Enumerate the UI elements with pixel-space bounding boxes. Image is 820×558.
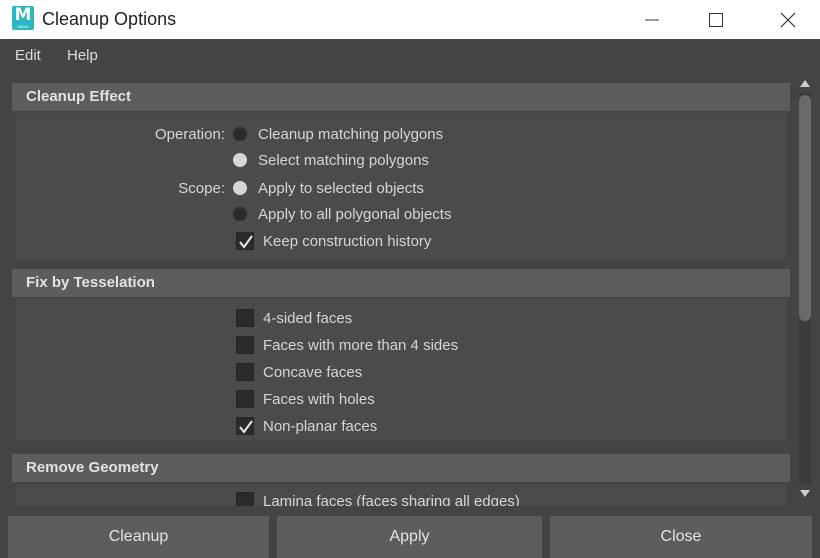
checkmark-icon (239, 420, 253, 434)
scroll-thumb[interactable] (799, 95, 811, 321)
checkbox-label-concave-faces[interactable]: Concave faces (263, 364, 362, 382)
minimize-icon (645, 19, 659, 20)
checkbox-lamina-faces[interactable] (236, 492, 254, 506)
radio-label-apply-selected[interactable]: Apply to selected objects (258, 180, 424, 198)
radio-apply-selected[interactable] (233, 181, 247, 195)
menu-edit[interactable]: Edit (15, 47, 41, 65)
options-scroll-area: Cleanup Effect Operation: Cleanup matchi… (0, 73, 820, 506)
checkbox-label-keep-history[interactable]: Keep construction history (263, 233, 431, 251)
minimize-button[interactable] (620, 0, 684, 39)
checkbox-keep-history[interactable] (236, 232, 254, 250)
section-header-cleanup-effect[interactable]: Cleanup Effect (12, 83, 790, 111)
maximize-icon (709, 12, 723, 27)
scope-label: Scope: (178, 180, 225, 197)
close-button[interactable]: Close (550, 516, 812, 558)
menu-bar: Edit Help (0, 39, 820, 73)
radio-apply-all[interactable] (233, 207, 247, 221)
section-header-fix-by-tesselation[interactable]: Fix by Tesselation (12, 269, 790, 297)
scroll-track[interactable] (799, 93, 811, 485)
scroll-up-arrow-icon[interactable] (797, 78, 813, 88)
checkbox-non-planar-faces[interactable] (236, 417, 254, 435)
checkbox-label-non-planar-faces[interactable]: Non-planar faces (263, 418, 377, 436)
close-icon (780, 12, 796, 27)
checkbox-label-lamina-faces[interactable]: Lamina faces (faces sharing all edges) (263, 493, 520, 506)
vertical-scrollbar[interactable] (797, 75, 813, 505)
title-bar: M MAYA Cleanup Options (0, 0, 820, 39)
checkbox-label-4-sided-faces[interactable]: 4-sided faces (263, 310, 352, 328)
radio-label-cleanup-matching[interactable]: Cleanup matching polygons (258, 126, 443, 144)
cleanup-button[interactable]: Cleanup (8, 516, 269, 558)
operation-label: Operation: (154, 126, 225, 143)
maximize-button[interactable] (684, 0, 748, 39)
checkbox-concave-faces[interactable] (236, 363, 254, 381)
radio-label-select-matching[interactable]: Select matching polygons (258, 152, 429, 170)
apply-button[interactable]: Apply (277, 516, 542, 558)
checkmark-icon (239, 235, 253, 249)
radio-select-matching[interactable] (233, 153, 247, 167)
section-body-cleanup-effect: Operation: Cleanup matching polygons Sel… (16, 113, 786, 259)
checkbox-label-faces-with-holes[interactable]: Faces with holes (263, 391, 375, 409)
maya-logo-icon: M MAYA (12, 6, 34, 30)
checkbox-faces-more-than-4[interactable] (236, 336, 254, 354)
section-header-remove-geometry[interactable]: Remove Geometry (12, 454, 790, 482)
scroll-down-arrow-icon[interactable] (797, 489, 813, 499)
section-body-fix-by-tesselation: 4-sided faces Faces with more than 4 sid… (16, 299, 786, 441)
radio-cleanup-matching[interactable] (233, 127, 247, 141)
section-body-remove-geometry: Lamina faces (faces sharing all edges) (16, 484, 786, 506)
checkbox-label-faces-more-than-4[interactable]: Faces with more than 4 sides (263, 337, 458, 355)
window-title: Cleanup Options (42, 9, 177, 29)
checkbox-4-sided-faces[interactable] (236, 309, 254, 327)
close-window-button[interactable] (756, 0, 820, 39)
menu-help[interactable]: Help (67, 47, 98, 65)
radio-label-apply-all[interactable]: Apply to all polygonal objects (258, 206, 451, 224)
checkbox-faces-with-holes[interactable] (236, 390, 254, 408)
